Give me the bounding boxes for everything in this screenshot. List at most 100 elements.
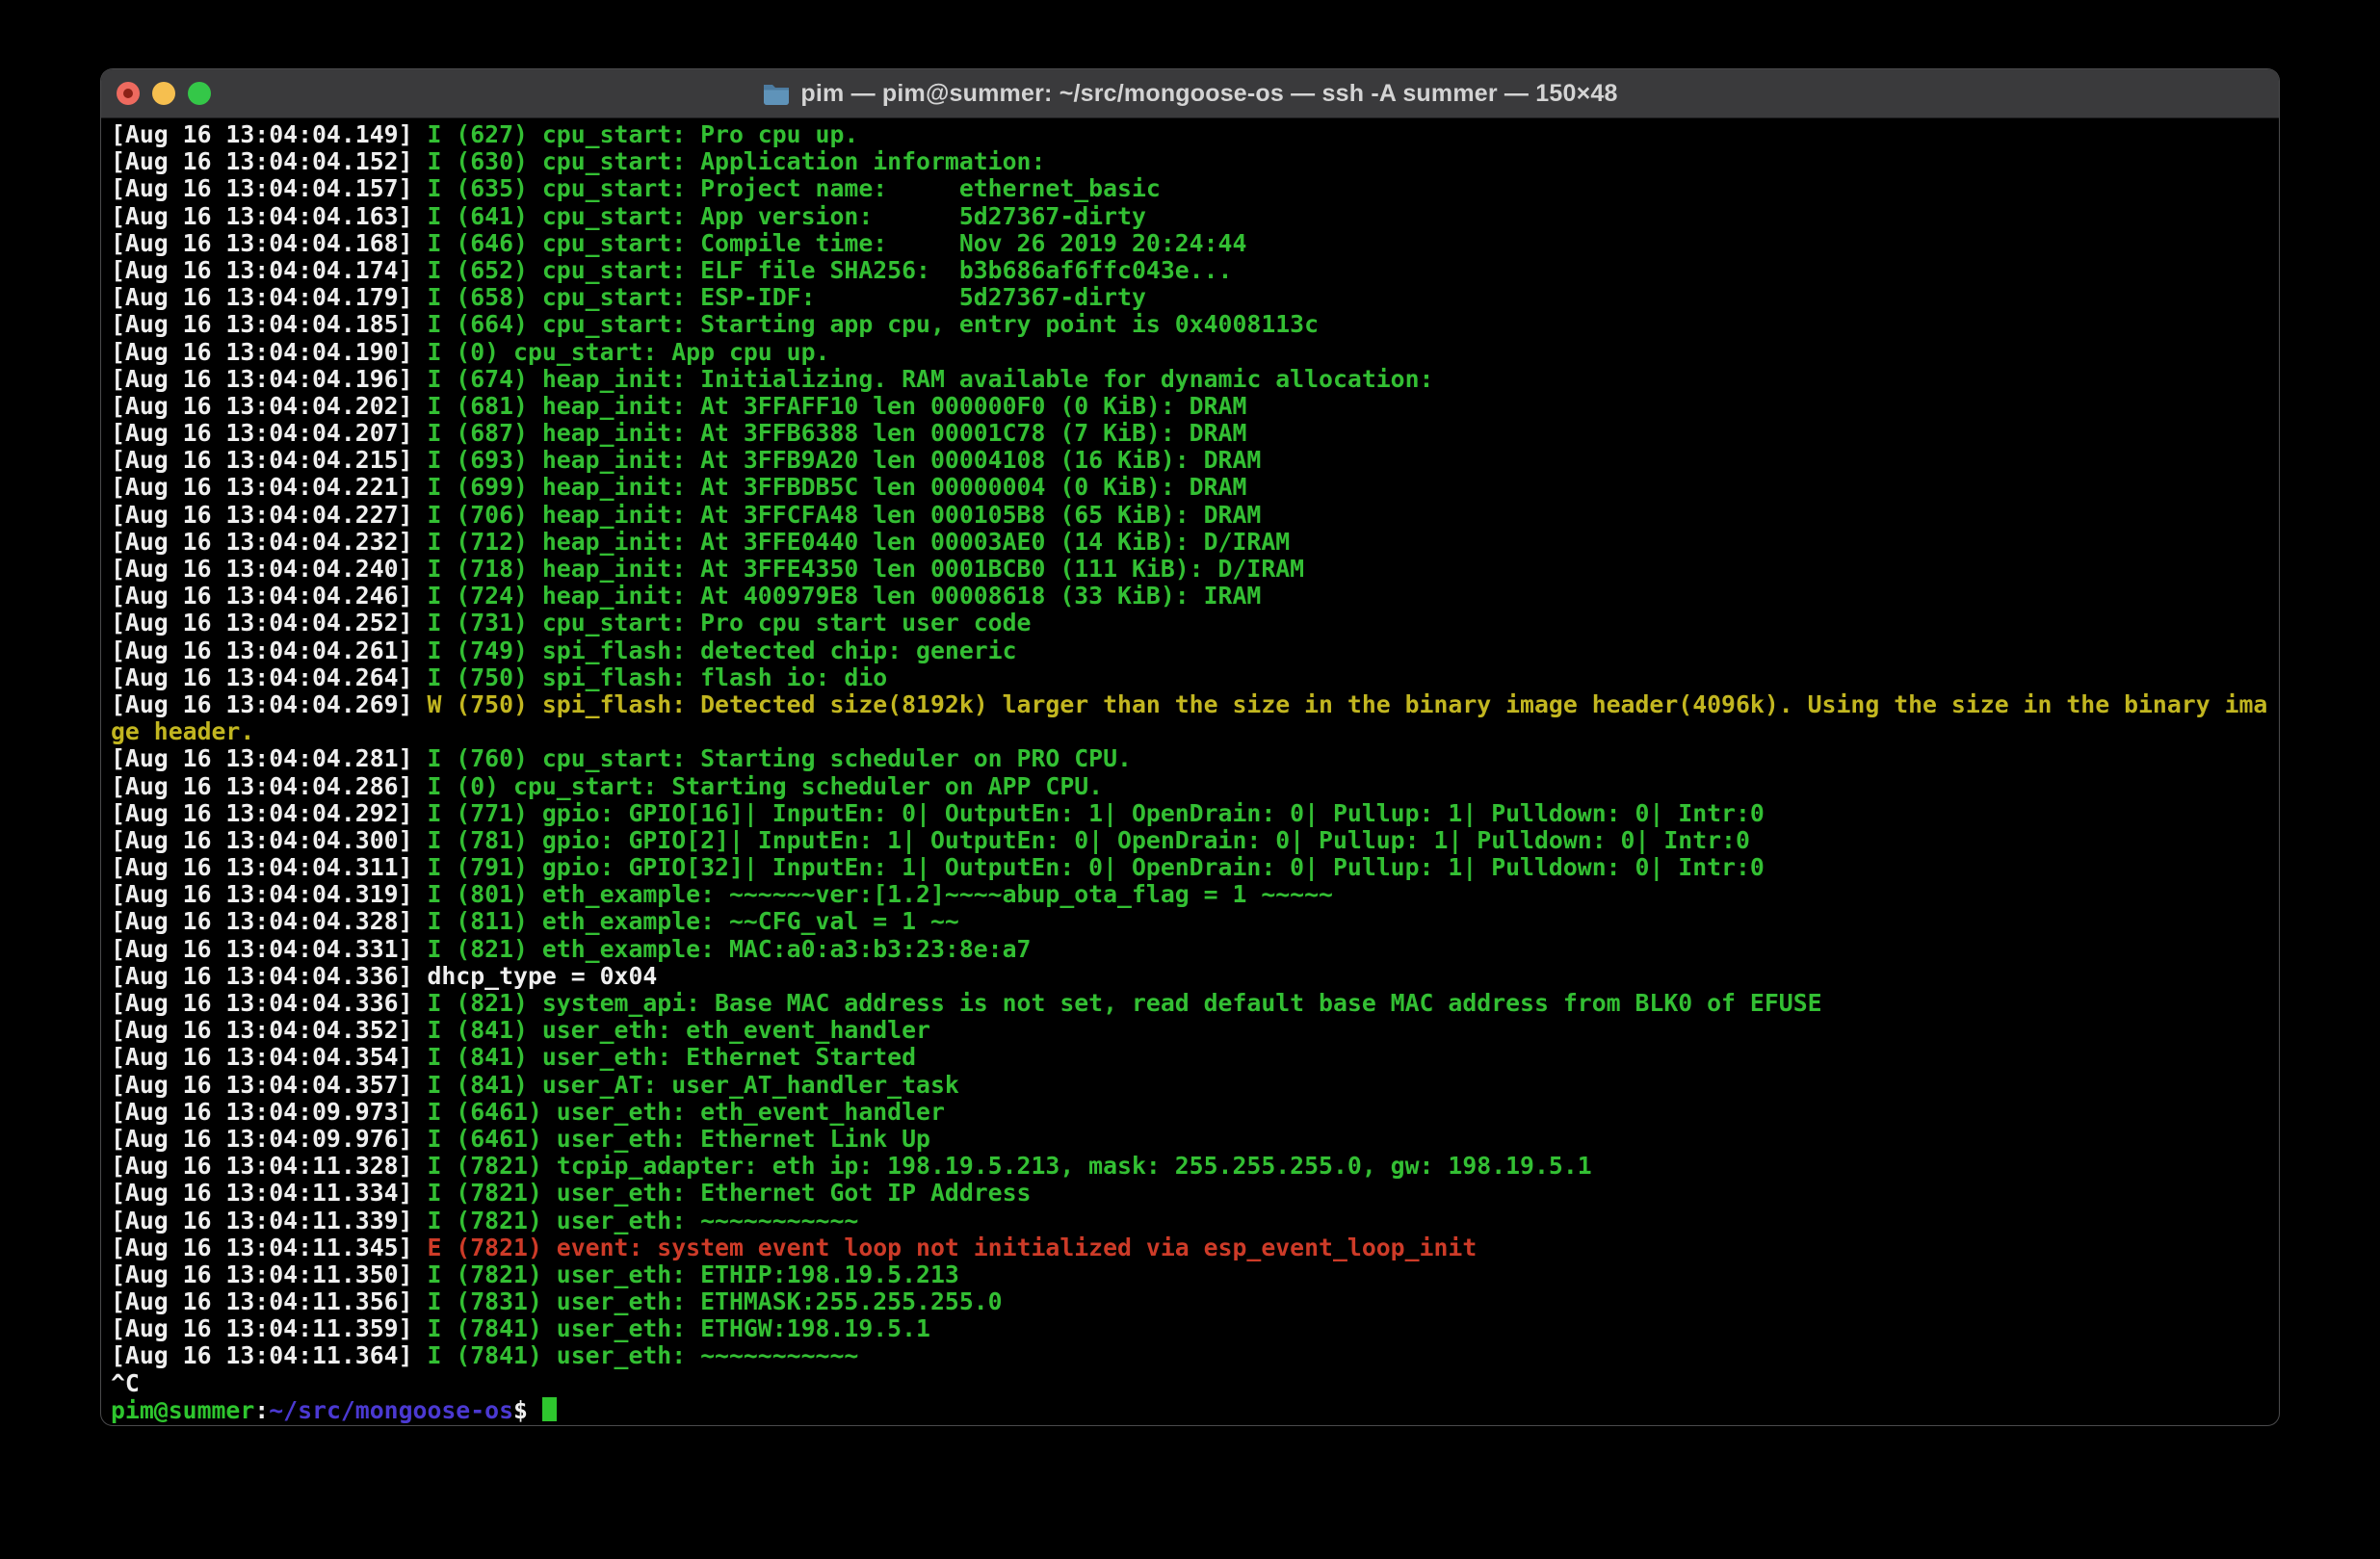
- text-segment: [Aug 16 13:04:04.352]: [111, 1016, 413, 1044]
- text-segment: I (801) eth_example: ~~~~~~ver:[1.2]~~~~…: [413, 880, 1333, 908]
- text-segment: I (781) gpio: GPIO[2]| InputEn: 1| Outpu…: [413, 826, 1750, 854]
- terminal-line: [Aug 16 13:04:04.168] I (646) cpu_start:…: [111, 230, 2271, 257]
- terminal-screen[interactable]: [Aug 16 13:04:04.149] I (627) cpu_start:…: [101, 118, 2279, 1424]
- text-segment: [Aug 16 13:04:04.246]: [111, 582, 413, 610]
- text-segment: ge header.: [111, 717, 254, 745]
- folder-icon: [762, 82, 791, 105]
- text-segment: I (7821) tcpip_adapter: eth ip: 198.19.5…: [413, 1152, 1592, 1180]
- text-segment: I (674) heap_init: Initializing. RAM ava…: [413, 365, 1434, 393]
- text-segment: [Aug 16 13:04:04.168]: [111, 229, 413, 257]
- terminal-line: [Aug 16 13:04:04.163] I (641) cpu_start:…: [111, 203, 2271, 230]
- text-segment: $: [513, 1396, 542, 1424]
- text-segment: [Aug 16 13:04:09.973]: [111, 1098, 413, 1126]
- text-segment: [Aug 16 13:04:11.350]: [111, 1260, 413, 1288]
- minimize-button[interactable]: [152, 82, 175, 105]
- text-segment: [Aug 16 13:04:11.345]: [111, 1234, 413, 1261]
- terminal-line: [Aug 16 13:04:04.246] I (724) heap_init:…: [111, 583, 2271, 610]
- window-title-group: pim — pim@summer: ~/src/mongoose-os — ss…: [762, 80, 1617, 108]
- terminal-line: ^C: [111, 1370, 2271, 1397]
- text-segment: I (811) eth_example: ~~CFG_val = 1 ~~: [413, 907, 959, 935]
- text-segment: I (630) cpu_start: Application informati…: [413, 147, 1046, 175]
- text-segment: I (6461) user_eth: Ethernet Link Up: [413, 1125, 930, 1153]
- text-segment: I (681) heap_init: At 3FFAFF10 len 00000…: [413, 392, 1247, 420]
- text-segment: [Aug 16 13:04:04.227]: [111, 501, 413, 529]
- terminal-line: [Aug 16 13:04:04.354] I (841) user_eth: …: [111, 1044, 2271, 1071]
- text-segment: [Aug 16 13:04:04.215]: [111, 446, 413, 474]
- terminal-line: [Aug 16 13:04:04.352] I (841) user_eth: …: [111, 1017, 2271, 1044]
- text-segment: I (664) cpu_start: Starting app cpu, ent…: [413, 310, 1320, 338]
- terminal-line: [Aug 16 13:04:04.264] I (750) spi_flash:…: [111, 664, 2271, 691]
- text-segment: [Aug 16 13:04:04.292]: [111, 799, 413, 827]
- text-segment: I (749) spi_flash: detected chip: generi…: [413, 637, 1017, 664]
- terminal-line: [Aug 16 13:04:11.350] I (7821) user_eth:…: [111, 1261, 2271, 1288]
- text-segment: W (750) spi_flash: Detected size(8192k) …: [413, 690, 2268, 718]
- terminal-line: [Aug 16 13:04:04.157] I (635) cpu_start:…: [111, 175, 2271, 202]
- terminal-line: ge header.: [111, 718, 2271, 745]
- zoom-button[interactable]: [188, 82, 211, 105]
- text-segment: [Aug 16 13:04:11.359]: [111, 1314, 413, 1342]
- terminal-line: [Aug 16 13:04:11.359] I (7841) user_eth:…: [111, 1315, 2271, 1342]
- terminal-line: [Aug 16 13:04:04.336] dhcp_type = 0x04: [111, 963, 2271, 990]
- text-segment: I (7821) user_eth: ~~~~~~~~~~~: [413, 1207, 859, 1234]
- text-segment: I (731) cpu_start: Pro cpu start user co…: [413, 609, 1032, 637]
- terminal-cursor[interactable]: [542, 1397, 557, 1421]
- text-segment: [Aug 16 13:04:04.269]: [111, 690, 413, 718]
- text-segment: I (7821) user_eth: Ethernet Got IP Addre…: [413, 1179, 1032, 1207]
- text-segment: [Aug 16 13:04:11.356]: [111, 1287, 413, 1315]
- text-segment: I (7841) user_eth: ETHGW:198.19.5.1: [413, 1314, 930, 1342]
- text-segment: I (771) gpio: GPIO[16]| InputEn: 0| Outp…: [413, 799, 1765, 827]
- terminal-line: [Aug 16 13:04:04.221] I (699) heap_init:…: [111, 474, 2271, 501]
- text-segment: I (7831) user_eth: ETHMASK:255.255.255.0: [413, 1287, 1003, 1315]
- text-segment: [Aug 16 13:04:04.357]: [111, 1071, 413, 1099]
- text-segment: [Aug 16 13:04:04.286]: [111, 772, 413, 800]
- text-segment: pim@summer: [111, 1396, 254, 1424]
- text-segment: [Aug 16 13:04:04.152]: [111, 147, 413, 175]
- close-button[interactable]: [117, 82, 140, 105]
- text-segment: [Aug 16 13:04:09.976]: [111, 1125, 413, 1153]
- terminal-line: [Aug 16 13:04:04.196] I (674) heap_init:…: [111, 366, 2271, 393]
- text-segment: [Aug 16 13:04:04.252]: [111, 609, 413, 637]
- terminal-line: [Aug 16 13:04:04.300] I (781) gpio: GPIO…: [111, 827, 2271, 854]
- text-segment: [Aug 16 13:04:04.331]: [111, 935, 413, 963]
- terminal-line: [Aug 16 13:04:04.311] I (791) gpio: GPIO…: [111, 854, 2271, 881]
- text-segment: I (760) cpu_start: Starting scheduler on…: [413, 744, 1132, 772]
- terminal-line: [Aug 16 13:04:04.286] I (0) cpu_start: S…: [111, 773, 2271, 800]
- terminal-line: [Aug 16 13:04:11.345] E (7821) event: sy…: [111, 1234, 2271, 1261]
- window-title: pim — pim@summer: ~/src/mongoose-os — ss…: [800, 80, 1617, 108]
- text-segment: I (791) gpio: GPIO[32]| InputEn: 1| Outp…: [413, 853, 1765, 881]
- terminal-line: [Aug 16 13:04:04.336] I (821) system_api…: [111, 990, 2271, 1017]
- text-segment: I (646) cpu_start: Compile time: Nov 26 …: [413, 229, 1247, 257]
- text-segment: I (699) heap_init: At 3FFBDB5C len 00000…: [413, 473, 1247, 501]
- terminal-line: [Aug 16 13:04:04.269] W (750) spi_flash:…: [111, 691, 2271, 718]
- text-segment: I (724) heap_init: At 400979E8 len 00008…: [413, 582, 1262, 610]
- terminal-line: [Aug 16 13:04:04.232] I (712) heap_init:…: [111, 529, 2271, 556]
- text-segment: I (687) heap_init: At 3FFB6388 len 00001…: [413, 419, 1247, 447]
- terminal-line: [Aug 16 13:04:04.328] I (811) eth_exampl…: [111, 908, 2271, 935]
- close-modified-dot: [123, 89, 133, 98]
- terminal-line: [Aug 16 13:04:04.207] I (687) heap_init:…: [111, 420, 2271, 447]
- terminal-line: [Aug 16 13:04:04.227] I (706) heap_init:…: [111, 502, 2271, 529]
- text-segment: I (652) cpu_start: ELF file SHA256: b3b6…: [413, 256, 1233, 284]
- text-segment: dhcp_type = 0x04: [413, 962, 658, 990]
- terminal-line: [Aug 16 13:04:04.174] I (652) cpu_start:…: [111, 257, 2271, 284]
- text-segment: I (706) heap_init: At 3FFCFA48 len 00010…: [413, 501, 1262, 529]
- terminal-line: [Aug 16 13:04:04.152] I (630) cpu_start:…: [111, 148, 2271, 175]
- traffic-lights: [117, 82, 211, 105]
- text-segment: [Aug 16 13:04:11.364]: [111, 1341, 413, 1369]
- terminal-line: [Aug 16 13:04:04.215] I (693) heap_init:…: [111, 447, 2271, 474]
- text-segment: [Aug 16 13:04:04.264]: [111, 663, 413, 691]
- terminal-line: [Aug 16 13:04:11.339] I (7821) user_eth:…: [111, 1208, 2271, 1234]
- text-segment: [Aug 16 13:04:04.157]: [111, 174, 413, 202]
- text-segment: [Aug 16 13:04:04.149]: [111, 120, 413, 148]
- text-segment: [Aug 16 13:04:04.319]: [111, 880, 413, 908]
- window-titlebar[interactable]: pim — pim@summer: ~/src/mongoose-os — ss…: [101, 69, 2279, 118]
- text-segment: [Aug 16 13:04:04.196]: [111, 365, 413, 393]
- terminal-line: [Aug 16 13:04:04.185] I (664) cpu_start:…: [111, 311, 2271, 338]
- terminal-line: [Aug 16 13:04:04.292] I (771) gpio: GPIO…: [111, 800, 2271, 827]
- text-segment: I (821) eth_example: MAC:a0:a3:b3:23:8e:…: [413, 935, 1032, 963]
- text-segment: [Aug 16 13:04:04.179]: [111, 283, 413, 311]
- terminal-line: [Aug 16 13:04:04.331] I (821) eth_exampl…: [111, 936, 2271, 963]
- text-segment: I (821) system_api: Base MAC address is …: [413, 989, 1822, 1017]
- text-segment: [Aug 16 13:04:04.311]: [111, 853, 413, 881]
- text-segment: [Aug 16 13:04:04.354]: [111, 1043, 413, 1071]
